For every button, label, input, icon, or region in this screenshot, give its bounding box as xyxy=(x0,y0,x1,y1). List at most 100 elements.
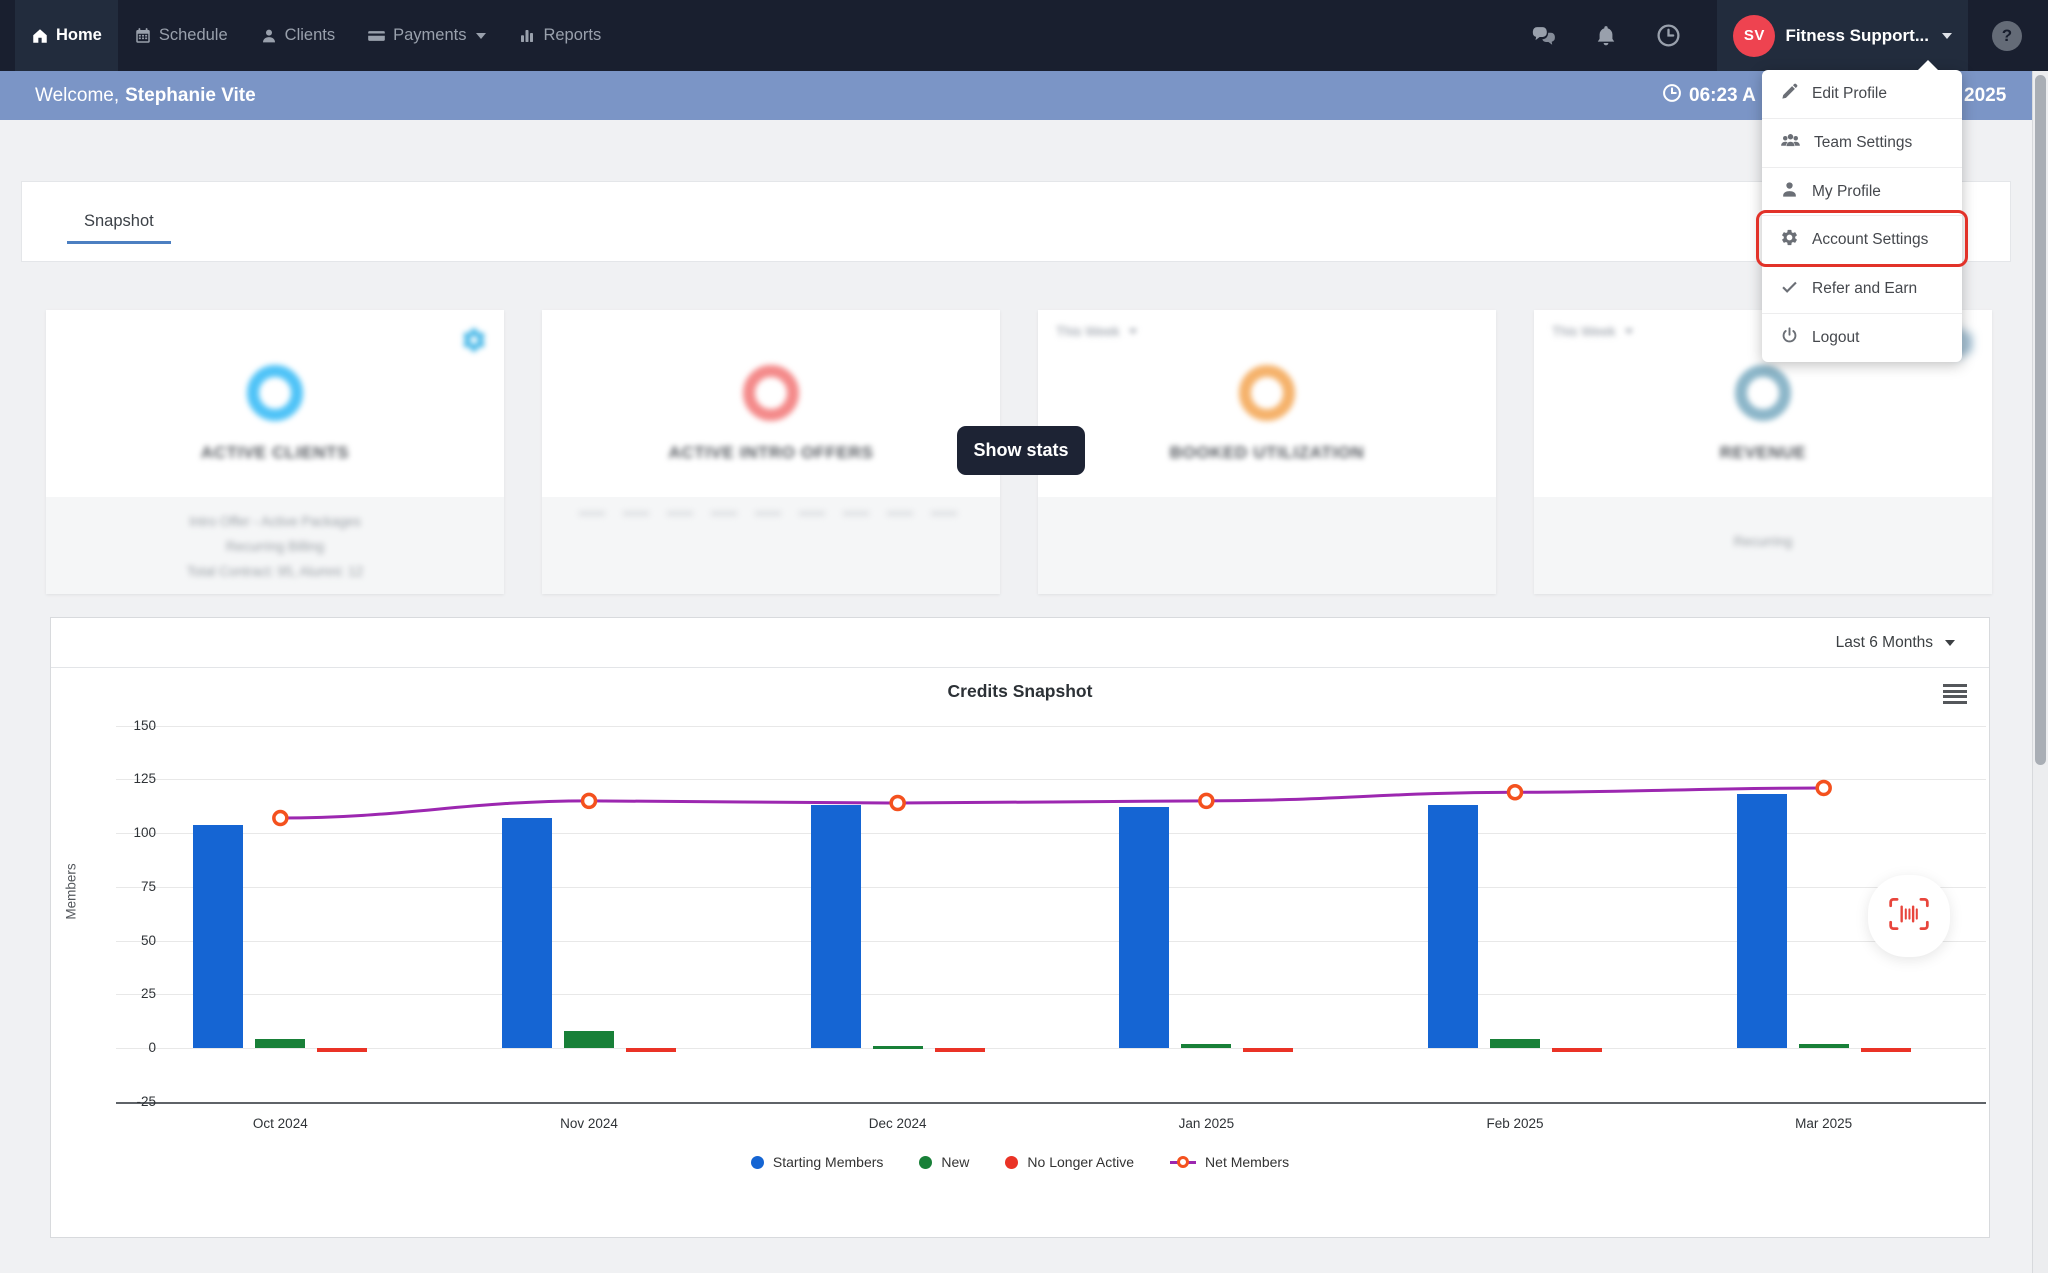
bar-no-longer-active[interactable] xyxy=(626,1048,676,1052)
gridline xyxy=(116,1102,1986,1104)
greeting-prefix: Welcome, xyxy=(35,85,119,107)
menu-item-logout[interactable]: Logout xyxy=(1762,313,1962,362)
period-selector[interactable]: This Week xyxy=(1056,324,1137,339)
bar-starting-members[interactable] xyxy=(193,825,243,1048)
main-nav: Home Schedule Clients Payments Reports xyxy=(0,0,617,71)
menu-item-edit-profile[interactable]: Edit Profile xyxy=(1762,70,1962,118)
net-members-marker[interactable] xyxy=(891,797,904,810)
y-axis-tick-label: 150 xyxy=(71,718,156,733)
legend-item-no-longer-active[interactable]: No Longer Active xyxy=(1005,1154,1134,1170)
legend-dot-icon xyxy=(751,1156,764,1169)
y-axis-tick-label: 100 xyxy=(71,825,156,840)
range-selector-dropdown[interactable]: Last 6 Months xyxy=(1836,634,1955,652)
net-members-marker[interactable] xyxy=(1817,781,1830,794)
stat-card-footer xyxy=(1038,497,1496,594)
nav-item-home[interactable]: Home xyxy=(15,0,118,71)
gridline xyxy=(116,994,1986,995)
nav-item-schedule[interactable]: Schedule xyxy=(118,0,244,71)
menu-item-account-settings[interactable]: Account Settings xyxy=(1762,215,1962,264)
nav-label: Reports xyxy=(543,26,601,45)
gridline xyxy=(116,779,1986,780)
bar-no-longer-active[interactable] xyxy=(1243,1048,1293,1052)
net-members-marker[interactable] xyxy=(583,794,596,807)
active-tab-underline xyxy=(67,241,171,244)
menu-item-label: Refer and Earn xyxy=(1812,280,1917,298)
show-stats-button[interactable]: Show stats xyxy=(957,426,1085,475)
x-axis-tick-label: Mar 2025 xyxy=(1754,1116,1894,1131)
scan-badge[interactable] xyxy=(1868,875,1950,957)
person-icon xyxy=(260,27,278,45)
bar-chart-icon xyxy=(518,27,536,45)
net-members-marker[interactable] xyxy=(274,812,287,825)
stat-card-active-intro-offers[interactable]: ACTIVE INTRO OFFERS xyxy=(542,310,1000,594)
legend-item-starting-members[interactable]: Starting Members xyxy=(751,1154,883,1170)
calendar-icon xyxy=(134,27,152,45)
period-label: This Week xyxy=(1552,324,1616,339)
nav-item-clients[interactable]: Clients xyxy=(244,0,351,71)
bar-no-longer-active[interactable] xyxy=(317,1048,367,1052)
nav-label: Clients xyxy=(285,26,335,45)
help-button[interactable]: ? xyxy=(1992,21,2022,51)
gear-icon[interactable] xyxy=(460,326,488,359)
legend-item-net-members[interactable]: Net Members xyxy=(1170,1154,1289,1170)
bar-starting-members[interactable] xyxy=(502,818,552,1048)
bar-no-longer-active[interactable] xyxy=(1552,1048,1602,1052)
barcode-icon xyxy=(1887,895,1931,938)
bar-new[interactable] xyxy=(1181,1044,1231,1048)
nav-item-payments[interactable]: Payments xyxy=(351,0,502,71)
menu-item-refer-and-earn[interactable]: Refer and Earn xyxy=(1762,264,1962,313)
bar-starting-members[interactable] xyxy=(1737,794,1787,1048)
net-members-line xyxy=(51,618,1991,1239)
bell-icon[interactable] xyxy=(1593,23,1619,49)
stat-card-booked-utilization[interactable]: This Week BOOKED UTILIZATION xyxy=(1038,310,1496,594)
stat-card-active-clients[interactable]: ACTIVE CLIENTS Intro Offer - Active Pack… xyxy=(46,310,504,594)
x-axis-tick-label: Nov 2024 xyxy=(519,1116,659,1131)
time-text: 06:23 A xyxy=(1689,85,1756,107)
net-members-marker[interactable] xyxy=(1200,794,1213,807)
menu-item-my-profile[interactable]: My Profile xyxy=(1762,167,1962,216)
chat-icon[interactable] xyxy=(1531,23,1557,49)
welcome-bar: Welcome, Stephanie Vite 06:23 A 2025 xyxy=(0,71,2048,120)
chart-menu-icon[interactable] xyxy=(1943,684,1967,706)
bar-no-longer-active[interactable] xyxy=(935,1048,985,1052)
bar-starting-members[interactable] xyxy=(1428,805,1478,1048)
bar-starting-members[interactable] xyxy=(1119,807,1169,1048)
power-icon xyxy=(1780,326,1799,350)
page-scrollbar[interactable] xyxy=(2032,71,2048,1273)
welcome-message: Welcome, Stephanie Vite xyxy=(35,71,256,120)
clock-icon[interactable] xyxy=(1655,23,1681,49)
footer-line: Recurring xyxy=(1534,529,1992,554)
user-name: Stephanie Vite xyxy=(125,85,256,107)
menu-item-team-settings[interactable]: Team Settings xyxy=(1762,118,1962,167)
nav-label: Payments xyxy=(393,26,466,45)
chevron-down-icon xyxy=(1945,640,1955,646)
period-selector[interactable]: This Week xyxy=(1552,324,1633,339)
bar-new[interactable] xyxy=(1799,1044,1849,1048)
donut-icon xyxy=(743,365,799,421)
bar-new[interactable] xyxy=(873,1046,923,1050)
clock-icon xyxy=(1662,83,1682,109)
scrollbar-thumb[interactable] xyxy=(2035,75,2046,765)
tab-snapshot[interactable]: Snapshot xyxy=(67,182,171,261)
legend-item-new[interactable]: New xyxy=(919,1154,969,1170)
bar-new[interactable] xyxy=(255,1039,305,1048)
donut-icon xyxy=(1735,365,1791,421)
bar-new[interactable] xyxy=(564,1031,614,1048)
home-icon xyxy=(31,27,49,45)
bar-starting-members[interactable] xyxy=(811,805,861,1048)
menu-item-label: Edit Profile xyxy=(1812,85,1887,103)
nav-label: Schedule xyxy=(159,26,228,45)
y-axis-tick-label: 25 xyxy=(71,986,156,1001)
bar-no-longer-active[interactable] xyxy=(1861,1048,1911,1052)
stat-card-footer: Recurring xyxy=(1534,497,1992,594)
top-navbar: Home Schedule Clients Payments Reports xyxy=(0,0,2048,71)
stat-card-title: BOOKED UTILIZATION xyxy=(1038,443,1496,463)
avatar: SV xyxy=(1733,15,1775,57)
credit-card-icon xyxy=(367,27,386,45)
net-members-marker[interactable] xyxy=(1509,786,1522,799)
footer-line: Total Contract: 95, Alumni: 12 xyxy=(46,559,504,584)
y-axis-tick-label: 0 xyxy=(71,1040,156,1055)
y-axis-tick-label: 50 xyxy=(71,933,156,948)
bar-new[interactable] xyxy=(1490,1039,1540,1048)
nav-item-reports[interactable]: Reports xyxy=(502,0,617,71)
